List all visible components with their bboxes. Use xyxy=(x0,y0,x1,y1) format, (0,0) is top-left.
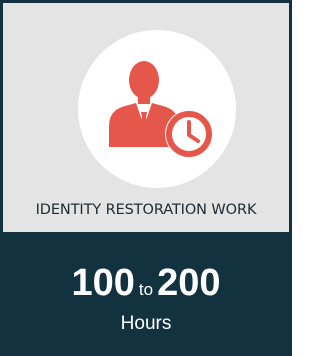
range-from: 100 xyxy=(71,262,135,304)
card-footer: 100 to 200 Hours xyxy=(3,232,289,353)
hours-unit: Hours xyxy=(120,313,172,334)
businessman-clock-icon xyxy=(109,61,213,158)
range-connector: to xyxy=(138,280,154,299)
service-card: IDENTITY RESTORATION WORK 100 to 200 Hours xyxy=(0,0,292,356)
hours-range: 100 to 200 xyxy=(3,262,289,305)
service-title: IDENTITY RESTORATION WORK xyxy=(35,202,257,218)
icon-circle xyxy=(78,30,236,188)
card-header: IDENTITY RESTORATION WORK xyxy=(3,3,289,232)
range-to: 200 xyxy=(157,262,221,304)
